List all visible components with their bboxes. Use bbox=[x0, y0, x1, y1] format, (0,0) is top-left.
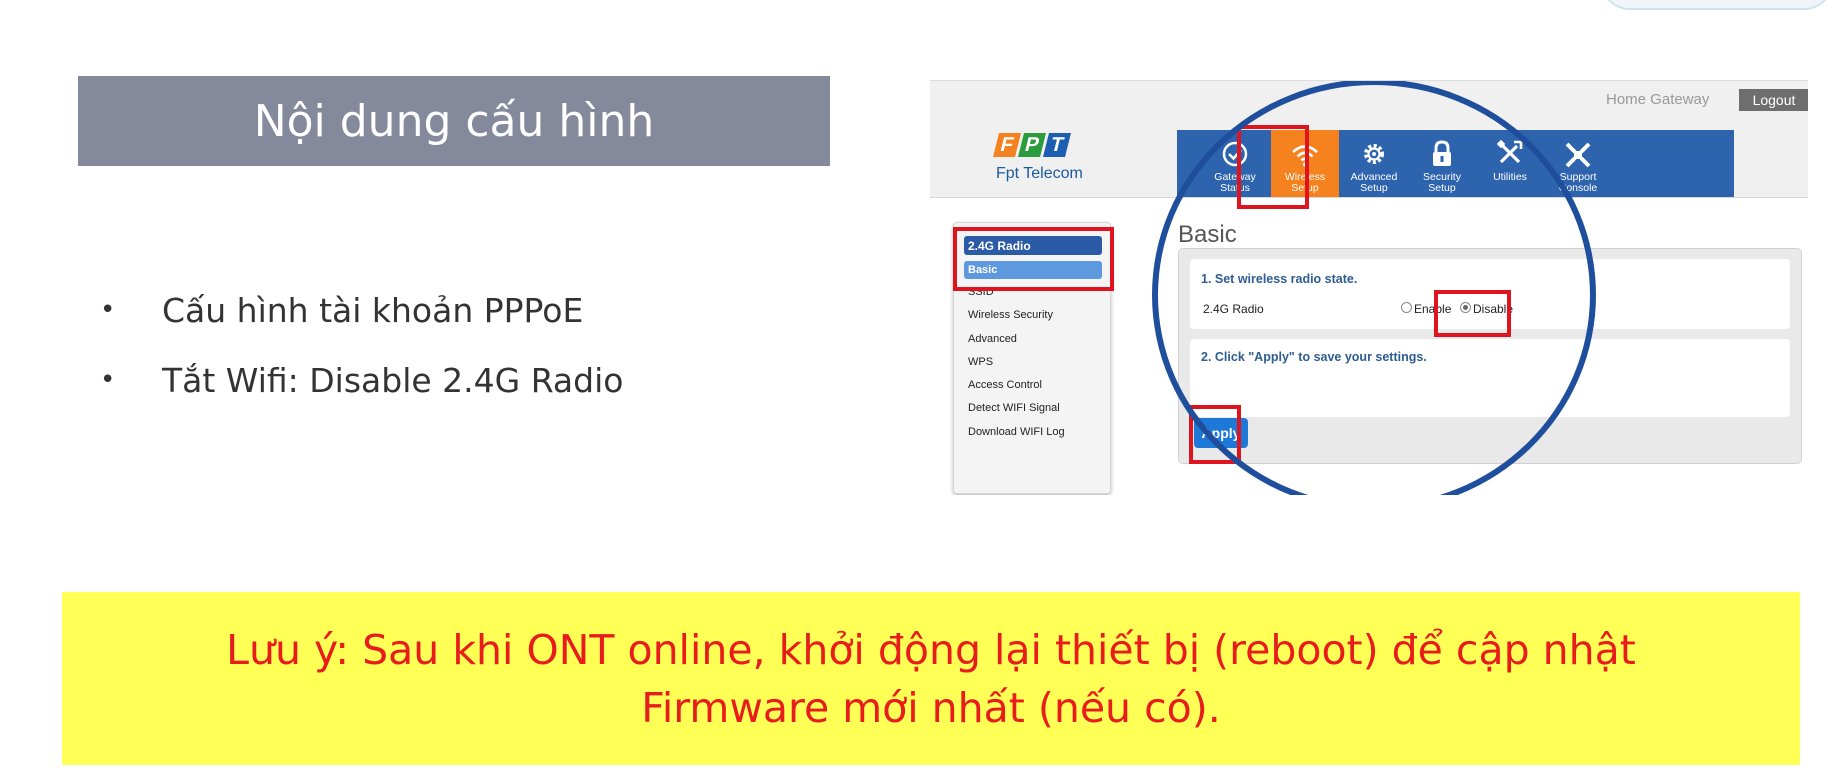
sidebar-item-wps[interactable]: WPS bbox=[968, 356, 993, 368]
note-line: Firmware mới nhất (nếu có). bbox=[641, 683, 1221, 732]
bullet-item: • Tắt Wifi: Disable 2.4G Radio bbox=[100, 345, 623, 415]
bullet-dot: • bbox=[100, 365, 116, 395]
note-line: Lưu ý: Sau khi ONT online, khởi động lại… bbox=[226, 625, 1636, 674]
logout-button[interactable]: Logout bbox=[1739, 89, 1808, 111]
bullet-text: Cấu hình tài khoản PPPoE bbox=[162, 290, 584, 330]
reboot-note: Lưu ý: Sau khi ONT online, khởi động lại… bbox=[62, 592, 1800, 765]
logo-name: Fpt Telecom bbox=[996, 165, 1083, 182]
bullet-text: Tắt Wifi: Disable 2.4G Radio bbox=[162, 360, 624, 400]
sidebar-item-wireless-security[interactable]: Wireless Security bbox=[968, 309, 1053, 321]
bullet-list: • Cấu hình tài khoản PPPoE • Tắt Wifi: Dis… bbox=[100, 275, 623, 415]
router-screenshot: Home Gateway Logout F P T Fpt Telecom Ga… bbox=[930, 80, 1808, 495]
logo-letter: P bbox=[1018, 133, 1046, 157]
highlight-sidebar-basic bbox=[953, 227, 1114, 291]
corner-decoration bbox=[1600, 0, 1834, 10]
highlight-circle bbox=[1152, 81, 1596, 495]
home-gateway-label: Home Gateway bbox=[1606, 91, 1710, 108]
bullet-dot: • bbox=[100, 295, 116, 325]
bullet-item: • Cấu hình tài khoản PPPoE bbox=[100, 275, 623, 345]
slide-heading: Nội dung cấu hình bbox=[253, 95, 655, 147]
sidebar-item-advanced[interactable]: Advanced bbox=[968, 333, 1017, 345]
support-icon bbox=[1565, 134, 1591, 168]
slide-heading-box: Nội dung cấu hình bbox=[78, 76, 830, 166]
logo-letter: F bbox=[993, 133, 1021, 157]
logo-letter: T bbox=[1043, 133, 1071, 157]
sidebar-item-access-control[interactable]: Access Control bbox=[968, 379, 1042, 391]
sidebar-item-download-wifi-log[interactable]: Download WIFI Log bbox=[968, 426, 1065, 438]
fpt-logo: F P T Fpt Telecom bbox=[993, 133, 1083, 183]
sidebar-item-detect-wifi-signal[interactable]: Detect WIFI Signal bbox=[968, 402, 1060, 414]
